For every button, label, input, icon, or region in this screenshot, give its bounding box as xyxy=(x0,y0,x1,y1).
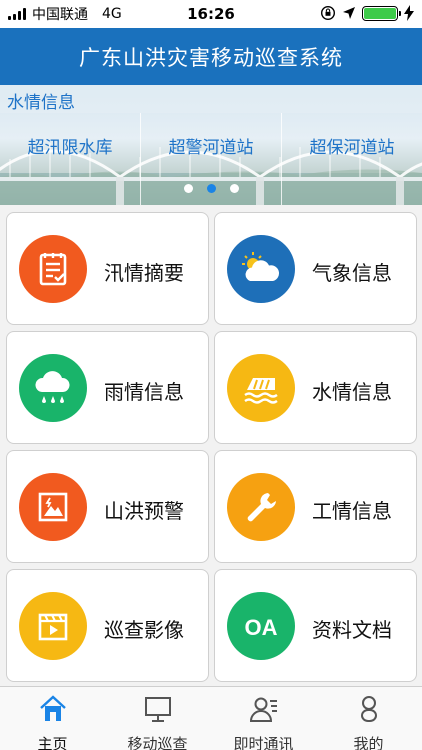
carousel-page-indicator[interactable] xyxy=(0,184,422,193)
tab-bar: 主页 移动巡查 即时通讯 我的 xyxy=(0,686,422,750)
banner-item-label: 超警河道站 xyxy=(168,138,254,158)
tile-weather[interactable]: 气象信息 xyxy=(214,212,417,325)
tile-rainfall[interactable]: 雨情信息 xyxy=(6,331,209,444)
page-title: 广东山洪灾害移动巡查系统 xyxy=(79,45,343,70)
tile-label: 水情信息 xyxy=(312,380,392,404)
tile-label: 山洪预警 xyxy=(104,499,184,523)
tile-label: 汛情摘要 xyxy=(104,261,184,285)
page-dot-active[interactable] xyxy=(206,184,216,193)
status-bar: 中国联通 4G 16:26 xyxy=(0,0,422,28)
tab-instant-messaging[interactable]: 即时通讯 xyxy=(211,687,316,750)
video-icon xyxy=(19,592,87,660)
tab-home[interactable]: 主页 xyxy=(0,687,105,750)
tile-water-level[interactable]: 水情信息 xyxy=(214,331,417,444)
tile-label: 雨情信息 xyxy=(104,380,184,404)
rain-icon xyxy=(19,354,87,422)
tab-me[interactable]: 我的 xyxy=(316,687,421,750)
location-arrow-icon xyxy=(343,7,355,19)
tile-inspection-media[interactable]: 巡查影像 xyxy=(6,569,209,682)
app-header: 广东山洪灾害移动巡查系统 xyxy=(0,28,422,85)
orientation-lock-icon xyxy=(320,5,336,21)
contacts-icon xyxy=(249,697,277,722)
banner-heading: 水情信息 xyxy=(7,93,75,113)
tab-label: 即时通讯 xyxy=(233,735,294,750)
tile-label: 巡查影像 xyxy=(104,618,184,642)
network-type: 4G xyxy=(102,6,122,22)
signal-strength-icon xyxy=(8,8,26,20)
tab-mobile-inspection[interactable]: 移动巡查 xyxy=(105,687,210,750)
wrench-icon xyxy=(227,473,295,541)
tab-label: 我的 xyxy=(353,735,384,750)
tile-flash-flood-warning[interactable]: 山洪预警 xyxy=(6,450,209,563)
tile-label: 气象信息 xyxy=(312,261,392,285)
tile-label: 工情信息 xyxy=(312,499,392,523)
tile-engineering-info[interactable]: 工情信息 xyxy=(214,450,417,563)
water-level-icon xyxy=(227,354,295,422)
home-icon xyxy=(40,695,66,721)
banner-item-label: 超保河道站 xyxy=(309,138,395,158)
banner-item-label: 超汛限水库 xyxy=(27,138,113,158)
tab-label: 移动巡查 xyxy=(127,735,188,750)
person-icon xyxy=(361,696,377,722)
svg-text:OA: OA xyxy=(245,615,278,640)
carrier-name: 中国联通 xyxy=(32,7,88,23)
flash-flood-warning-icon xyxy=(19,473,87,541)
page-dot[interactable] xyxy=(183,184,193,193)
monitor-icon xyxy=(145,697,171,722)
battery-icon xyxy=(362,5,401,21)
tile-flood-summary[interactable]: 汛情摘要 xyxy=(6,212,209,325)
tile-documents[interactable]: OA 资料文档 xyxy=(214,569,417,682)
flood-summary-icon xyxy=(19,235,87,303)
tile-label: 资料文档 xyxy=(312,618,392,642)
tab-label: 主页 xyxy=(37,735,68,750)
documents-icon: OA xyxy=(227,592,295,660)
page-dot[interactable] xyxy=(229,184,239,193)
weather-icon xyxy=(227,235,295,303)
charging-bolt-icon xyxy=(404,5,414,21)
